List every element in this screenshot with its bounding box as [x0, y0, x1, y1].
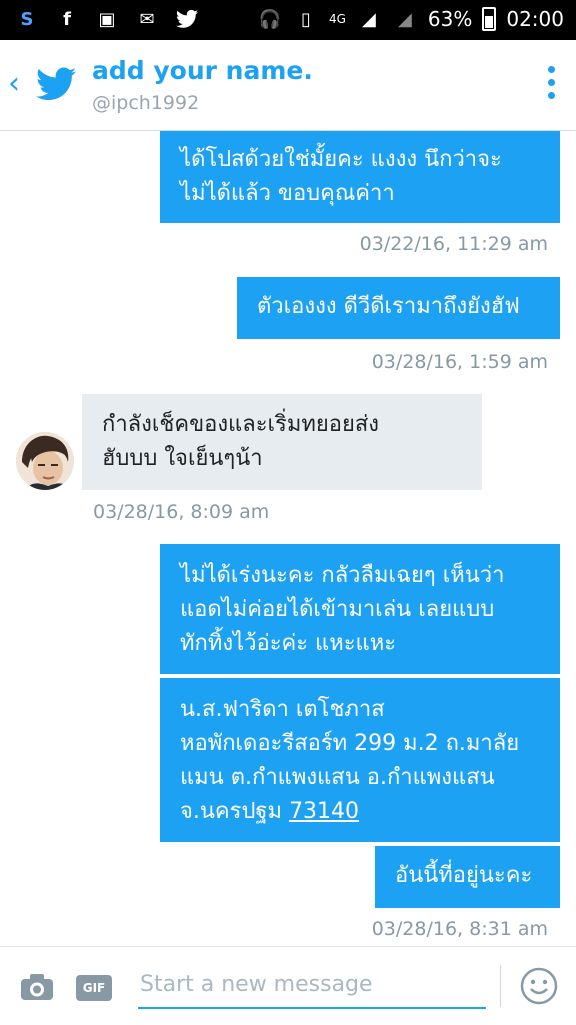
gif-button[interactable]: GIF [76, 975, 112, 1001]
message-line: น.ส.ฟาริดา เตโชภาส [180, 697, 385, 722]
message-line: ได้โปสด้วยใช่มั้ยคะ แงงง นึกว่าจะ [180, 147, 502, 172]
signal-icon: ◢ [361, 8, 376, 30]
message-bubble-received[interactable]: กำลังเช็คของและเริ่มทยอยส่ง ฮับบบ ใจเย็น… [82, 394, 482, 490]
message-input[interactable] [138, 961, 486, 1009]
message-line: ฮับบบ ใจเย็นๆน้า [102, 446, 263, 471]
battery-percent: 63% [427, 7, 473, 31]
twitter-status-icon [174, 6, 200, 32]
message-bubble-sent[interactable]: ไม่ได้เร่งนะคะ กลัวลืมเฉยๆ เห็นว่า แอดไม… [160, 544, 560, 674]
message-bubble-sent[interactable]: ตัวเองงง ดีวีดีเรามาถึงยังฮัฟ [237, 277, 560, 339]
message-composer: GIF [0, 946, 576, 1025]
conversation-title[interactable]: add your name. [92, 56, 313, 85]
message-line: จ.นครปฐม 73140 [180, 795, 540, 829]
message-line: แอดไม่ค่อยได้เข้ามาเล่น เลยแบบ [180, 597, 495, 622]
sender-avatar[interactable] [16, 432, 74, 490]
clock: 02:00 [506, 7, 564, 31]
message-timestamp: 03/28/16, 1:59 am [371, 351, 548, 373]
conversation-header: ‹ add your name. @ipch1992 [0, 40, 576, 131]
conversation-handle: @ipch1992 [92, 92, 200, 114]
app-s-icon: S [20, 8, 34, 30]
camera-icon[interactable] [20, 973, 54, 1001]
message-line: ไม่ได้แล้ว ขอบคุณค่าา [180, 181, 395, 206]
vibrate-icon: ▯ [301, 8, 311, 30]
message-line: ทักทิ้งไว้อ่ะค่ะ แหะแหะ [180, 631, 397, 656]
headset-icon: 🎧 [258, 8, 282, 30]
message-line-text: จ.นครปฐม [180, 799, 290, 824]
message-timestamp: 03/28/16, 8:31 am [371, 918, 548, 940]
facebook-icon: f [63, 8, 71, 30]
message-line: แมน ต.กำแพงแสน อ.กำแพงแสน [180, 765, 495, 790]
message-timestamp: 03/28/16, 8:09 am [93, 501, 270, 523]
message-line: อันนี้ที่อยู่นะคะ [395, 863, 533, 888]
status-bar: S f ▣ ✉ 🎧 ▯ 4G ◢ ◢ 63% 02:00 [0, 0, 576, 40]
network-label: 4G [328, 12, 346, 26]
message-bubble-sent[interactable]: ได้โปสด้วยใช่มั้ยคะ แงงง นึกว่าจะ ไม่ได้… [160, 131, 560, 223]
message-timestamp: 03/22/16, 11:29 am [359, 233, 548, 255]
messenger-icon: ✉ [139, 8, 155, 30]
battery-icon [482, 7, 497, 31]
back-chevron-icon[interactable]: ‹ [8, 66, 20, 101]
postal-code-link[interactable]: 73140 [289, 799, 359, 824]
message-line: ตัวเองงง ดีวีดีเรามาถึงยังฮัฟ [257, 294, 520, 319]
message-line: ไม่ได้เร่งนะคะ กลัวลืมเฉยๆ เห็นว่า [180, 563, 505, 588]
message-line: กำลังเช็คของและเริ่มทยอยส่ง [102, 412, 380, 437]
message-bubble-sent[interactable]: อันนี้ที่อยู่นะคะ [375, 846, 560, 908]
twitter-bird-icon [36, 67, 76, 100]
emoji-icon[interactable] [520, 967, 558, 1005]
message-thread[interactable]: ได้โปสด้วยใช่มั้ยคะ แงงง นึกว่าจะ ไม่ได้… [0, 131, 576, 946]
message-line: หอพักเดอะรีสอร์ท 299 ม.2 ถ.มาลัย [180, 731, 520, 756]
gallery-icon: ▣ [98, 8, 116, 30]
message-bubble-sent[interactable]: น.ส.ฟาริดา เตโชภาส หอพักเดอะรีสอร์ท 299 … [160, 678, 560, 842]
more-options-icon[interactable] [548, 66, 556, 99]
signal-2-icon: ◢ [397, 8, 412, 30]
composer-divider [500, 965, 501, 1007]
